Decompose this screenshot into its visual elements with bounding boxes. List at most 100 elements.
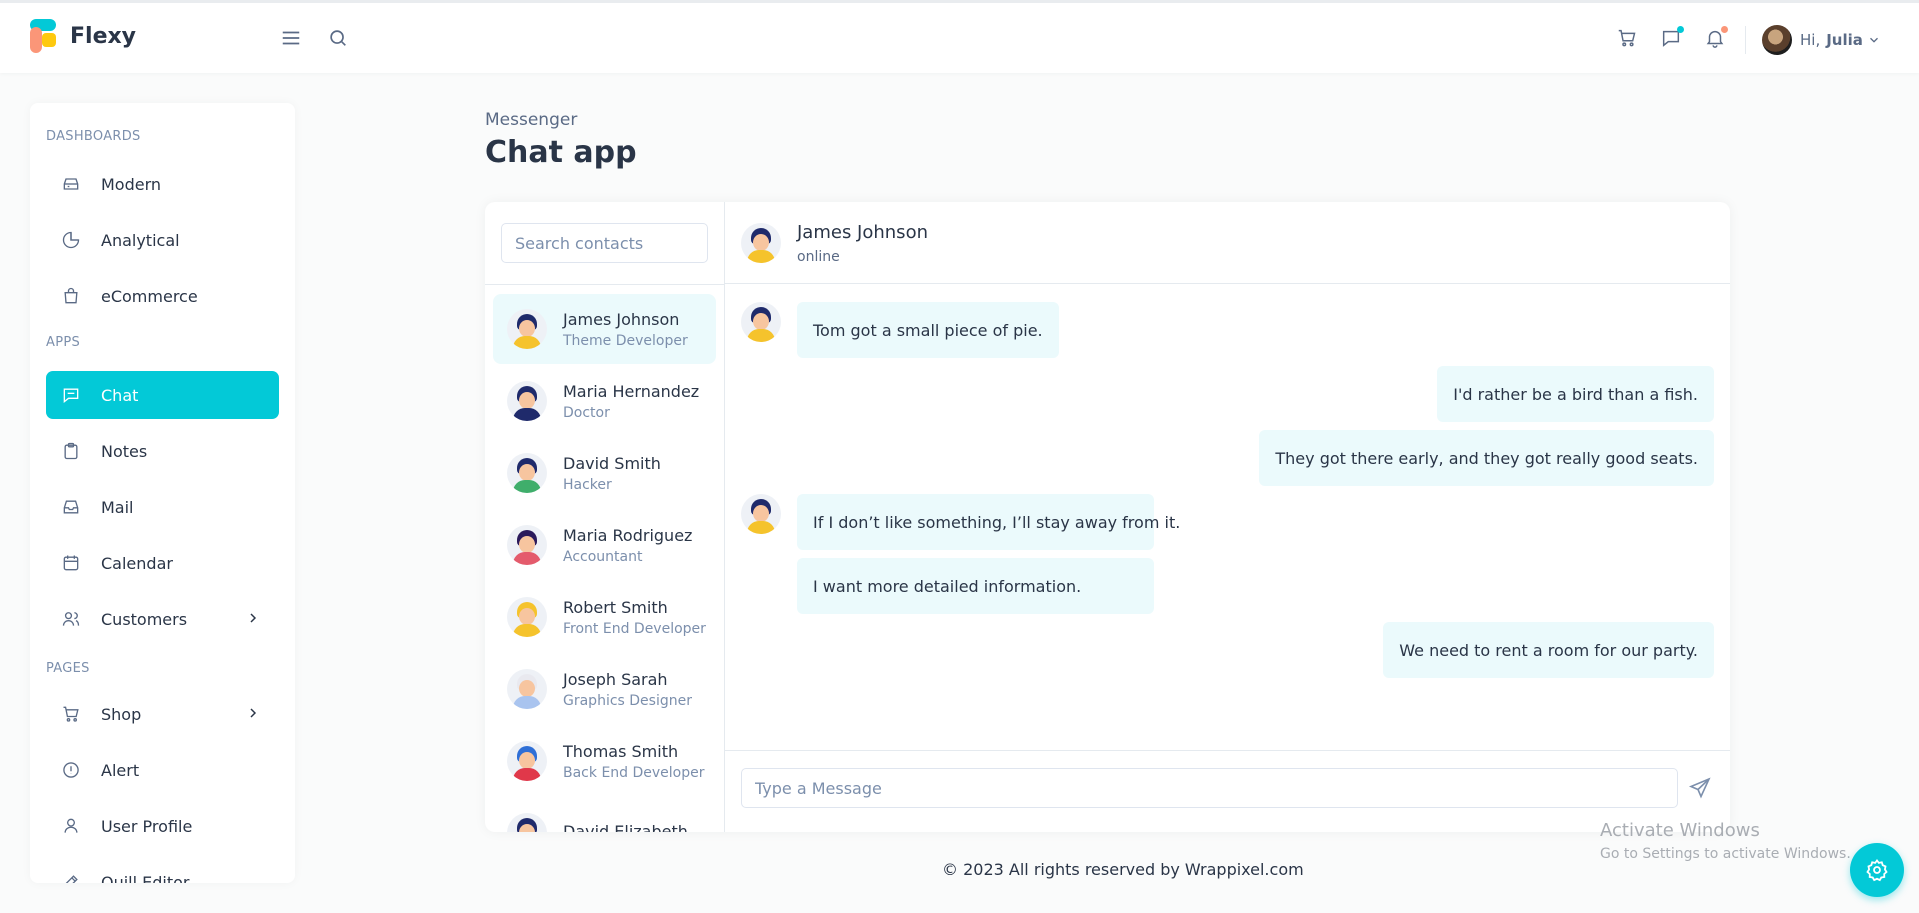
contacts-panel: James Johnson Theme Developer Maria Hernan… (485, 202, 725, 832)
sidebar-item-label: Notes (101, 441, 148, 461)
alert-circle-icon (61, 759, 83, 781)
contact-item[interactable]: Thomas Smith Back End Developer (493, 726, 716, 796)
sidebar-item-shop[interactable]: Shop (46, 690, 279, 738)
windows-watermark-subtitle: Go to Settings to activate Windows. (1600, 846, 1851, 862)
search-contacts-input[interactable] (501, 223, 708, 263)
sidebar-item-label: Quill Editor (101, 872, 190, 884)
contact-item[interactable]: Maria Hernandez Doctor (493, 366, 716, 436)
sent-message: I'd rather be a bird than a fish. (1437, 366, 1714, 422)
contact-item[interactable]: James Johnson Theme Developer (493, 294, 716, 364)
calendar-icon (61, 552, 83, 574)
sidebar-item-mail[interactable]: Mail (46, 483, 279, 531)
sidebar-item-label: Alert (101, 760, 140, 780)
avatar (1762, 25, 1792, 55)
chevron-right-icon (250, 613, 257, 623)
message-composer (725, 750, 1730, 832)
contact-item[interactable]: David Smith Hacker (493, 438, 716, 508)
sidebar-item-label: Modern (101, 174, 162, 194)
contact-item[interactable]: Maria Rodriguez Accountant (493, 510, 716, 580)
sidebar-item-modern[interactable]: Modern (46, 160, 279, 208)
inbox-icon (61, 496, 83, 518)
avatar (507, 813, 547, 832)
sidebar-item-chat[interactable]: Chat (46, 371, 279, 419)
send-icon[interactable] (1688, 776, 1712, 800)
contact-item[interactable]: Joseph Sarah Graphics Designer (493, 654, 716, 724)
sidebar-caption: Dashboards (46, 129, 141, 144)
message-icon (61, 384, 83, 406)
bell-icon[interactable] (1704, 26, 1728, 51)
logo-icon (30, 19, 60, 53)
pie-chart-icon (61, 229, 83, 251)
sidebar: Dashboards Modern Analytical eCommerce A… (30, 103, 295, 883)
contact-role: Theme Developer (563, 332, 688, 349)
contact-name: Robert Smith (563, 597, 668, 617)
divider (485, 284, 725, 285)
avatar (507, 309, 547, 349)
edit-icon (61, 871, 83, 883)
brand-name: Flexy (70, 23, 137, 49)
contact-item[interactable]: David Elizabeth (493, 798, 716, 832)
settings-button[interactable] (1850, 843, 1904, 897)
contact-role: Doctor (563, 404, 610, 421)
avatar (507, 741, 547, 781)
chevron-down-icon (1869, 37, 1878, 43)
cart-icon[interactable] (1616, 27, 1640, 51)
sidebar-item-ecommerce[interactable]: eCommerce (46, 272, 279, 320)
contact-name: Maria Hernandez (563, 381, 700, 401)
sidebar-item-label: Customers (101, 609, 188, 629)
breadcrumb[interactable]: Messenger (485, 110, 577, 130)
sidebar-item-label: Mail (101, 497, 134, 517)
page-title: Chat app (485, 135, 637, 170)
sidebar-item-analytical[interactable]: Analytical (46, 216, 279, 264)
brand-logo[interactable]: Flexy (30, 19, 136, 53)
shopping-bag-icon (61, 285, 83, 307)
sidebar-item-label: Calendar (101, 553, 173, 573)
menu-icon[interactable] (280, 27, 304, 51)
contact-role: Accountant (563, 548, 643, 565)
contact-item[interactable]: Robert Smith Front End Developer (493, 582, 716, 652)
divider (1745, 26, 1746, 54)
sidebar-item-customers[interactable]: Customers (46, 595, 279, 643)
avatar (507, 381, 547, 421)
sidebar-item-user-profile[interactable]: User Profile (46, 802, 279, 850)
avatar (741, 223, 781, 263)
notification-dot (1721, 26, 1728, 33)
contact-role: Front End Developer (563, 620, 706, 637)
chat-icon[interactable] (1660, 26, 1684, 51)
user-icon (61, 815, 83, 837)
sidebar-item-label: Chat (101, 385, 139, 405)
avatar (741, 494, 781, 534)
avatar (507, 525, 547, 565)
sidebar-item-quill-editor[interactable]: Quill Editor (46, 858, 279, 883)
received-message: If I don’t like something, I’ll stay awa… (797, 494, 1180, 550)
contact-role: Back End Developer (563, 764, 705, 781)
contact-name: Joseph Sarah (563, 669, 668, 689)
top-bar: Flexy Hi, Julia (0, 0, 1919, 73)
avatar (507, 669, 547, 709)
user-name: Julia (1826, 31, 1863, 49)
sidebar-item-label: Shop (101, 704, 142, 724)
sidebar-item-label: User Profile (101, 816, 193, 836)
search-icon[interactable] (327, 27, 351, 51)
sidebar-item-alert[interactable]: Alert (46, 746, 279, 794)
cart-icon (61, 703, 83, 725)
contact-name: James Johnson (563, 309, 680, 329)
sidebar-caption: Apps (46, 335, 81, 350)
chat-card: James Johnson Theme Developer Maria Hernan… (485, 202, 1730, 832)
contact-name: Maria Rodriguez (563, 525, 693, 545)
avatar (741, 302, 781, 342)
avatar (507, 453, 547, 493)
user-menu[interactable]: Hi, Julia (1762, 25, 1881, 55)
settings-gear-icon (1866, 859, 1888, 882)
sidebar-item-label: Analytical (101, 230, 180, 250)
sidebar-item-calendar[interactable]: Calendar (46, 539, 279, 587)
users-icon (61, 608, 83, 630)
clipboard-icon (61, 440, 83, 462)
sidebar-item-notes[interactable]: Notes (46, 427, 279, 475)
message-input[interactable] (741, 768, 1678, 808)
contact-role: Graphics Designer (563, 692, 692, 709)
sent-message: We need to rent a room for our party. (1383, 622, 1714, 678)
greeting: Hi, (1800, 31, 1821, 49)
contact-name: David Smith (563, 453, 661, 473)
received-message: I want more detailed information. (797, 558, 1154, 614)
